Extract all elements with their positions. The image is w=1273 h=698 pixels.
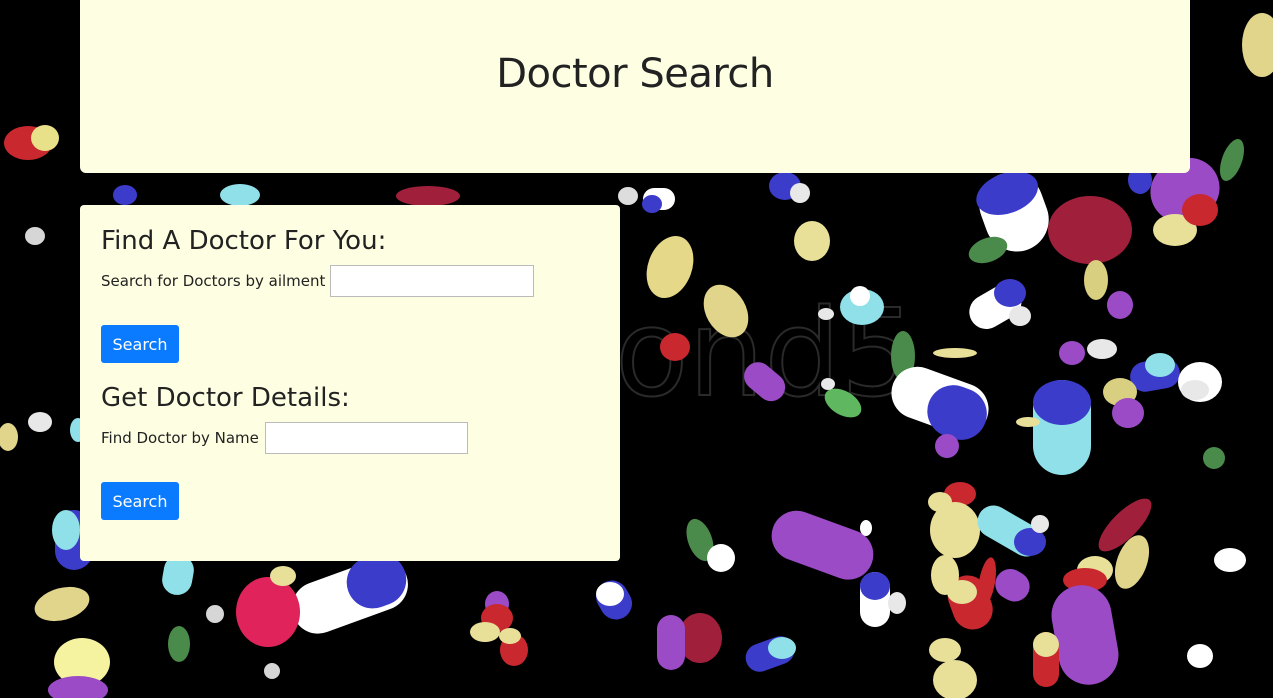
- ailment-label: Search for Doctors by ailment: [101, 272, 326, 290]
- ailment-search-input[interactable]: [330, 265, 534, 297]
- doctor-details-heading: Get Doctor Details:: [101, 383, 350, 413]
- page-title: Doctor Search: [496, 51, 774, 97]
- doctor-name-search-button[interactable]: Search: [101, 482, 179, 520]
- doctor-name-search-input[interactable]: [265, 422, 468, 454]
- ailment-search-button[interactable]: Search: [101, 325, 179, 363]
- find-doctor-heading: Find A Doctor For You:: [101, 226, 387, 256]
- header-jumbotron: Doctor Search: [80, 0, 1190, 173]
- doctor-name-label: Find Doctor by Name: [101, 429, 259, 447]
- search-panel: Find A Doctor For You: Search for Doctor…: [80, 205, 620, 561]
